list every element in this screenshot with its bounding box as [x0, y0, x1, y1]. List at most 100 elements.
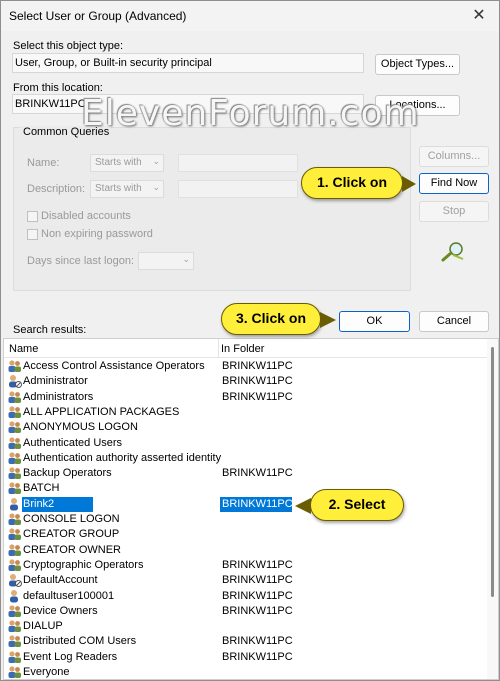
vertical-scrollbar[interactable] [487, 339, 498, 679]
row-folder: BRINKW11PC [222, 467, 293, 480]
table-row[interactable]: DIALUP [4, 619, 488, 634]
search-results-list[interactable]: Name In Folder Access Control Assistance… [3, 338, 499, 680]
group-icon [8, 513, 21, 525]
table-row[interactable]: Administrator BRINKW11PC [4, 374, 488, 389]
row-folder: BRINKW11PC [222, 650, 293, 663]
row-name: defaultuser100001 [23, 589, 115, 602]
group-icon [8, 651, 21, 663]
table-row-selected[interactable]: Brink2 BRINKW11PC [4, 496, 488, 512]
ok-button[interactable]: OK [339, 311, 410, 332]
name-query-input[interactable] [178, 154, 298, 172]
column-header-name[interactable]: Name [9, 343, 38, 355]
days-since-logon-select[interactable]: ⌄ [138, 252, 194, 270]
table-row[interactable]: Device Owners BRINKW11PC [4, 604, 488, 619]
object-types-button[interactable]: Object Types... [375, 54, 460, 75]
chevron-down-icon: ⌄ [152, 156, 160, 166]
search-animation-icon [441, 242, 464, 262]
title-bar: Select User or Group (Advanced) ✕ [1, 1, 499, 31]
column-divider[interactable] [218, 339, 219, 358]
column-header-folder[interactable]: In Folder [221, 343, 264, 355]
callout-pointer [320, 312, 336, 328]
callout-step2: 2. Select [295, 489, 404, 521]
group-icon [8, 360, 21, 372]
row-name: Authenticated Users [23, 436, 123, 449]
table-row[interactable]: Cryptographic Operators BRINKW11PC [4, 558, 488, 573]
row-folder: BRINKW11PC [222, 574, 293, 587]
group-icon [8, 482, 21, 495]
non-expiring-checkbox[interactable] [27, 229, 38, 240]
row-folder: BRINKW11PC [222, 604, 293, 617]
name-mode-select[interactable]: Starts with ⌄ [90, 154, 164, 172]
chevron-down-icon: ⌄ [182, 254, 190, 264]
row-name: BATCH [23, 482, 60, 495]
disabled-accounts-checkbox[interactable] [27, 211, 38, 222]
row-folder: BRINKW11PC [222, 375, 293, 388]
name-mode-value: Starts with [95, 157, 142, 168]
user-icon [10, 497, 18, 511]
days-since-logon-label: Days since last logon: [27, 255, 134, 267]
row-name: DefaultAccount [23, 574, 98, 587]
row-name: Everyone [23, 666, 70, 678]
table-row[interactable]: Distributed COM Users BRINKW11PC [4, 634, 488, 649]
location-label: From this location: [13, 82, 103, 94]
row-name: ANONYMOUS LOGON [23, 421, 138, 434]
row-name: Device Owners [23, 604, 98, 617]
table-row[interactable]: Authenticated Users [4, 436, 488, 451]
results-header: Name In Folder [4, 339, 498, 358]
table-row[interactable]: defaultuser100001 BRINKW11PC [4, 589, 488, 604]
table-row[interactable]: CREATOR GROUP [4, 527, 488, 542]
row-folder: BRINKW11PC [222, 360, 293, 372]
common-queries-title: Common Queries [21, 126, 112, 138]
table-row[interactable]: Authentication authority asserted identi… [4, 451, 488, 466]
table-row[interactable]: Everyone [4, 665, 488, 679]
chevron-down-icon: ⌄ [152, 182, 160, 192]
table-row[interactable]: CREATOR OWNER [4, 543, 488, 558]
scrollbar-thumb[interactable] [491, 347, 494, 597]
disabled-user-icon [9, 574, 22, 588]
close-icon[interactable]: ✕ [469, 6, 489, 26]
table-row[interactable]: DefaultAccount BRINKW11PC [4, 573, 488, 588]
group-icon [8, 605, 21, 617]
table-row[interactable]: Access Control Assistance Operators BRINK… [4, 359, 488, 374]
group-icon [8, 559, 21, 571]
description-query-input[interactable] [178, 180, 298, 198]
group-icon [8, 528, 21, 541]
group-icon [8, 635, 21, 648]
locations-button[interactable]: Locations... [375, 95, 460, 116]
row-folder: BRINKW11PC [222, 497, 293, 510]
description-query-label: Description: [27, 183, 86, 195]
disabled-user-icon [9, 375, 22, 389]
callout-step3: 3. Click on [221, 303, 336, 335]
table-row[interactable]: ANONYMOUS LOGON [4, 420, 488, 435]
user-icon [10, 589, 18, 602]
table-row[interactable]: BATCH [4, 481, 488, 496]
description-mode-select[interactable]: Starts with ⌄ [90, 180, 164, 198]
columns-button[interactable]: Columns... [419, 146, 489, 167]
table-row[interactable]: CONSOLE LOGON [4, 512, 488, 527]
row-name: Distributed COM Users [23, 635, 137, 648]
table-row[interactable]: ALL APPLICATION PACKAGES [4, 405, 488, 420]
group-icon [8, 421, 21, 434]
row-name: CONSOLE LOGON [23, 513, 120, 525]
row-name: CREATOR GROUP [23, 528, 120, 541]
row-name: Access Control Assistance Operators [23, 360, 205, 372]
disabled-accounts-label: Disabled accounts [41, 210, 131, 222]
row-folder: BRINKW11PC [222, 558, 293, 571]
row-folder: BRINKW11PC [222, 390, 293, 403]
row-name: CREATOR OWNER [23, 543, 121, 556]
table-row[interactable]: Backup Operators BRINKW11PC [4, 466, 488, 481]
object-type-label: Select this object type: [13, 40, 124, 52]
callout-step1: 1. Click on [301, 167, 416, 199]
row-name: Brink2 [23, 497, 55, 510]
table-row[interactable]: Event Log Readers BRINKW11PC [4, 650, 488, 665]
find-now-button[interactable]: Find Now [419, 173, 489, 194]
stop-button[interactable]: Stop [419, 201, 489, 222]
table-row[interactable]: Administrators BRINKW11PC [4, 390, 488, 405]
group-icon [8, 406, 21, 418]
select-user-dialog: Select User or Group (Advanced) ✕ Select… [0, 0, 500, 681]
group-icon [8, 390, 21, 403]
cancel-button[interactable]: Cancel [419, 311, 489, 332]
object-type-field: User, Group, or Built-in security princi… [12, 53, 364, 73]
row-name: Backup Operators [23, 467, 112, 480]
row-folder: BRINKW11PC [222, 589, 293, 602]
